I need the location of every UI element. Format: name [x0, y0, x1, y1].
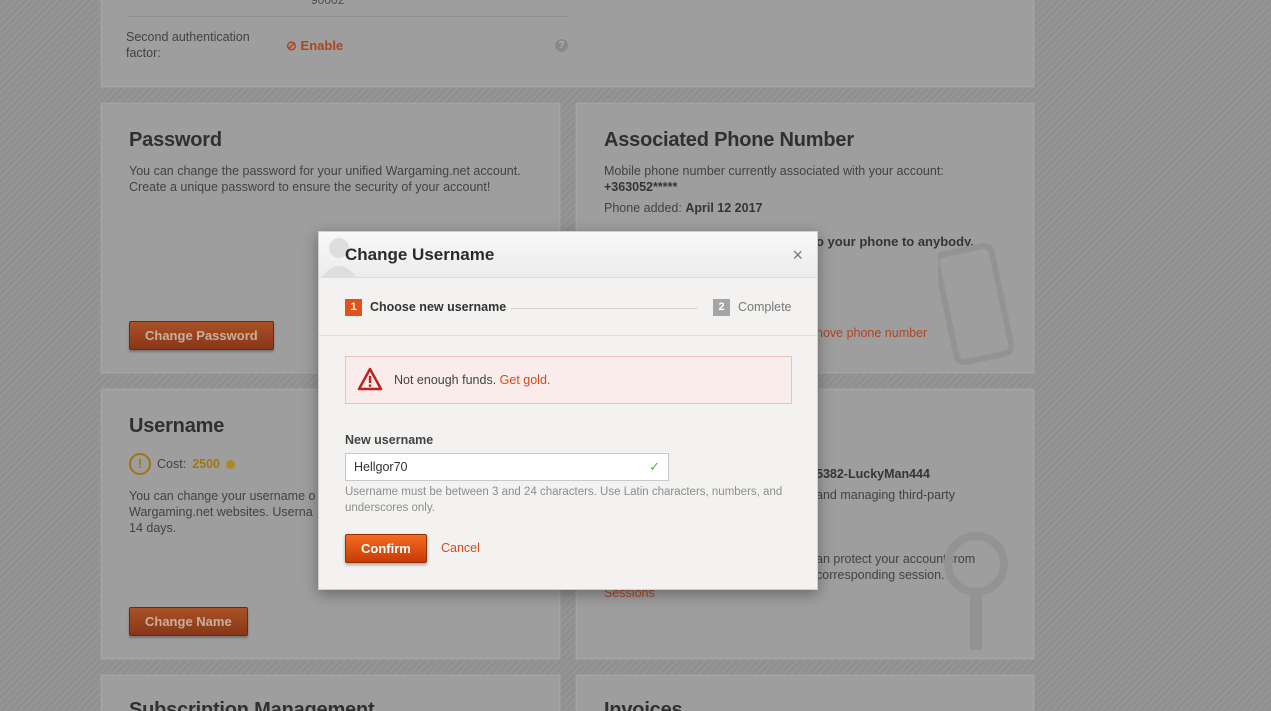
modal-title: Change Username [345, 245, 495, 264]
step1-number: 1 [345, 299, 362, 316]
new-username-label: New username [345, 433, 434, 447]
confirm-button[interactable]: Confirm [345, 534, 427, 563]
step-connector [511, 308, 697, 309]
username-hint: Username must be between 3 and 24 charac… [345, 486, 783, 514]
warning-triangle-icon [357, 367, 383, 391]
close-icon[interactable]: × [792, 245, 803, 266]
change-username-modal: Change Username × 1 Choose new username … [318, 231, 818, 590]
get-gold-link[interactable]: Get gold. [500, 373, 551, 387]
modal-header: Change Username × [319, 232, 817, 278]
step-indicator: 1 Choose new username 2 Complete [319, 278, 817, 336]
funds-alert: Not enough funds. Get gold. [345, 356, 792, 404]
step1-label: Choose new username [370, 300, 507, 314]
alert-text: Not enough funds. [394, 373, 497, 387]
step2-number: 2 [713, 299, 730, 316]
alert-message: Not enough funds. Get gold. [394, 373, 550, 387]
new-username-input[interactable]: Hellgor70 ✓ [345, 453, 669, 481]
new-username-value: Hellgor70 [354, 460, 408, 474]
cancel-link[interactable]: Cancel [441, 541, 480, 555]
step2-label: Complete [738, 300, 792, 314]
checkmark-icon: ✓ [649, 459, 660, 474]
